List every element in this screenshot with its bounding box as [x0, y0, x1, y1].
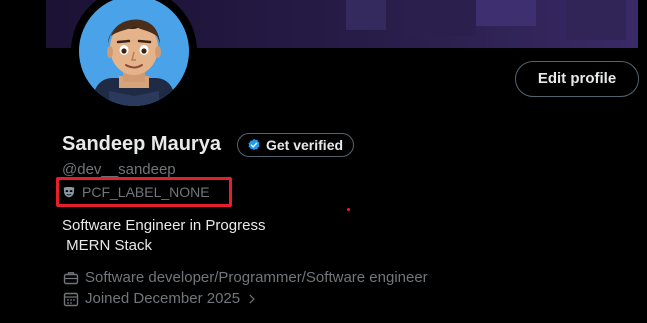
banner-shape [346, 0, 386, 30]
banner-shape [566, 0, 626, 40]
verified-badge-icon [248, 138, 260, 151]
annotation-dot [347, 208, 350, 211]
profession-row: Software developer/Programmer/Software e… [63, 269, 428, 286]
avatar[interactable] [71, 0, 197, 114]
profile-bio: Software Engineer in Progress MERN Stack [62, 216, 265, 256]
banner-shape [406, 0, 476, 36]
scrollbar[interactable] [638, 0, 647, 323]
joined-row[interactable]: Joined December 2025 [63, 290, 258, 307]
briefcase-icon [63, 271, 79, 284]
profession-text: Software developer/Programmer/Software e… [85, 269, 428, 286]
calendar-icon [63, 292, 79, 306]
edit-profile-button[interactable]: Edit profile [515, 61, 639, 97]
bio-line: Software Engineer in Progress [62, 217, 266, 234]
get-verified-label: Get verified [266, 137, 344, 153]
avatar-image [79, 0, 189, 106]
profile-name: Sandeep Maurya [62, 133, 221, 155]
joined-text: Joined December 2025 [85, 290, 241, 307]
get-verified-button[interactable]: Get verified [237, 133, 355, 157]
annotation-box [56, 177, 232, 207]
profile-handle: @dev__sandeep [62, 161, 176, 178]
bio-line: MERN Stack [62, 237, 153, 254]
chevron-right-icon [249, 293, 255, 304]
banner-shape [476, 0, 536, 26]
